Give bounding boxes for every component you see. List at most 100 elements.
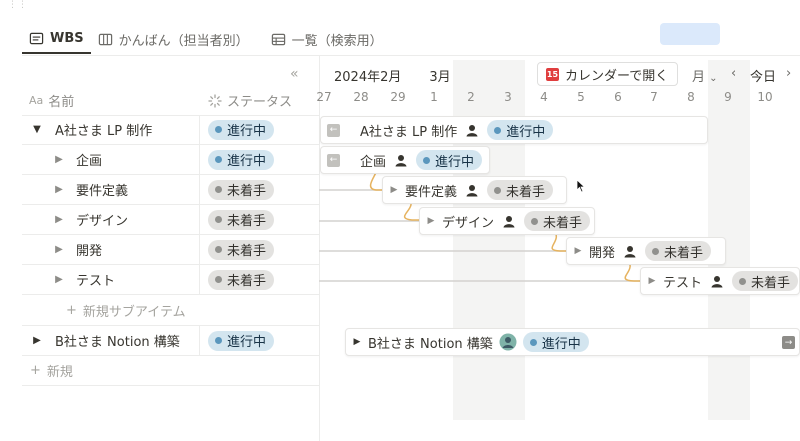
row-name-cell[interactable]: ▼ A社さま LP 制作: [22, 114, 200, 145]
table-row[interactable]: ▶ 要件定義 未着手: [22, 174, 319, 205]
weekend-shading: [453, 60, 525, 420]
scroll-to-start-icon[interactable]: ←: [327, 123, 340, 137]
status-badge: 未着手: [524, 211, 591, 231]
tab-kanban[interactable]: かんばん（担当者別）: [91, 24, 256, 54]
drag-handle-icon[interactable]: ⋮⋮: [8, 1, 28, 10]
row-status-cell[interactable]: 未着手: [200, 265, 319, 295]
row-title: 企画: [76, 154, 103, 169]
row-status-cell[interactable]: 未着手: [200, 175, 319, 205]
day-label: 27: [316, 90, 332, 104]
row-name-cell[interactable]: ▶ 要件定義: [22, 174, 200, 205]
status-badge: 未着手: [732, 271, 799, 291]
timeline-bar[interactable]: ▶ 要件定義 未着手: [382, 176, 567, 204]
list-icon: [271, 33, 285, 45]
column-status-label: ステータス: [227, 95, 293, 110]
status-badge[interactable]: 未着手: [208, 179, 275, 200]
day-label: 3: [504, 90, 512, 104]
row-title: 開発: [76, 244, 103, 259]
open-calendar-button[interactable]: 15 カレンダーで開く: [537, 62, 679, 86]
table-row[interactable]: ▶ 企画 進行中: [22, 144, 319, 175]
scroll-to-end-icon[interactable]: →: [782, 336, 795, 349]
expand-toggle-icon[interactable]: ▶: [52, 214, 66, 225]
row-status-cell[interactable]: 進行中: [200, 145, 319, 175]
status-badge: 進行中: [522, 332, 589, 352]
person-icon: [463, 121, 481, 139]
status-badge[interactable]: 進行中: [208, 330, 275, 351]
tab-list[interactable]: 一覧（検索用）: [264, 24, 390, 54]
next-arrow-icon[interactable]: ›: [786, 66, 791, 81]
next-month-label: 3月: [429, 70, 451, 85]
collapse-table-icon[interactable]: «: [290, 66, 299, 82]
person-icon: [708, 272, 726, 290]
row-status-cell[interactable]: 進行中: [200, 115, 319, 145]
table-row[interactable]: ▶ テスト 未着手: [22, 264, 319, 295]
timeline-header: 2024年2月 3月: [334, 66, 451, 85]
timeline-bar[interactable]: ▶ 開発 未着手: [566, 237, 726, 265]
expand-toggle-icon[interactable]: ▶: [52, 154, 66, 165]
expand-toggle-icon[interactable]: ▶: [573, 246, 583, 256]
row-status-cell[interactable]: 進行中: [200, 326, 319, 356]
timeline-bar[interactable]: ← A社さま LP 制作 進行中: [320, 116, 708, 144]
expand-toggle-icon[interactable]: ▶: [52, 184, 66, 195]
scroll-to-start-icon[interactable]: ←: [327, 153, 340, 167]
chevron-down-icon: ⌄: [709, 73, 718, 84]
row-name-cell[interactable]: ▶ 開発: [22, 234, 200, 265]
day-label: 8: [687, 90, 695, 104]
table-row[interactable]: ▶ デザイン 未着手: [22, 204, 319, 235]
column-name-label: 名前: [48, 95, 75, 110]
column-status-header[interactable]: ステータス: [200, 91, 319, 110]
status-property-icon: [208, 93, 222, 108]
timeline-bar[interactable]: ▶ デザイン 未着手: [419, 207, 595, 235]
new-item-button[interactable]: + 新規: [30, 361, 73, 380]
status-badge[interactable]: 未着手: [208, 239, 275, 260]
day-label: 9: [724, 90, 732, 104]
mouse-cursor-icon: [576, 179, 586, 193]
row-status-cell[interactable]: 未着手: [200, 235, 319, 265]
new-item-row[interactable]: + 新規: [22, 356, 319, 386]
board-icon: [98, 33, 112, 45]
expand-toggle-icon[interactable]: ▶: [52, 274, 66, 285]
row-name-cell[interactable]: ▶ B社さま Notion 構築: [22, 325, 200, 356]
row-name-cell[interactable]: ▶ デザイン: [22, 204, 200, 235]
expand-toggle-icon[interactable]: ▶: [30, 335, 44, 346]
row-name-cell[interactable]: ▶ 企画: [22, 144, 200, 175]
scale-dropdown[interactable]: 月 ⌄: [692, 66, 718, 85]
blurred-button[interactable]: [660, 23, 720, 45]
person-icon: [463, 181, 481, 199]
status-badge[interactable]: 進行中: [208, 119, 275, 140]
table-row[interactable]: ▶ B社さま Notion 構築 進行中: [22, 325, 319, 356]
new-sub-item-row[interactable]: + 新規サブアイテム: [22, 296, 319, 326]
prev-arrow-icon[interactable]: ‹: [731, 66, 736, 81]
status-badge[interactable]: 未着手: [208, 269, 275, 290]
column-name-header[interactable]: Aa 名前: [22, 91, 200, 110]
bar-title: テスト: [663, 275, 703, 291]
new-sub-item-button[interactable]: + 新規サブアイテム: [66, 301, 186, 320]
bar-title: 要件定義: [405, 184, 458, 200]
tab-wbs[interactable]: WBS: [22, 24, 91, 54]
plus-icon: +: [30, 363, 41, 378]
day-label: 1: [430, 90, 438, 104]
expand-toggle-icon[interactable]: ▶: [426, 216, 436, 226]
expand-toggle-icon[interactable]: ▶: [647, 276, 657, 286]
status-badge[interactable]: 未着手: [208, 209, 275, 230]
timeline-bar[interactable]: ▶ B社さま Notion 構築 進行中 →: [345, 328, 800, 356]
expand-toggle-icon[interactable]: ▶: [352, 337, 362, 347]
status-badge[interactable]: 進行中: [208, 149, 275, 170]
table-header: Aa 名前 ステータス: [22, 86, 319, 116]
collapse-toggle-icon[interactable]: ▼: [30, 124, 44, 135]
day-label: 28: [353, 90, 369, 104]
view-tabs: WBS かんばん（担当者別） 一覧（検索用）: [22, 24, 390, 54]
expand-toggle-icon[interactable]: ▶: [389, 185, 399, 195]
day-label: 2: [467, 90, 475, 104]
expand-toggle-icon[interactable]: ▶: [52, 244, 66, 255]
day-label: 7: [650, 90, 658, 104]
table-row[interactable]: ▼ A社さま LP 制作 進行中: [22, 114, 319, 145]
avatar: [499, 333, 517, 351]
today-button[interactable]: 今日: [750, 66, 776, 85]
timeline-bar[interactable]: ← 企画 進行中: [320, 146, 490, 174]
row-status-cell[interactable]: 未着手: [200, 205, 319, 235]
timeline-bar[interactable]: ▶ テスト 未着手: [640, 267, 800, 295]
row-name-cell[interactable]: ▶ テスト: [22, 264, 200, 295]
status-badge: 未着手: [645, 241, 712, 261]
table-row[interactable]: ▶ 開発 未着手: [22, 234, 319, 265]
